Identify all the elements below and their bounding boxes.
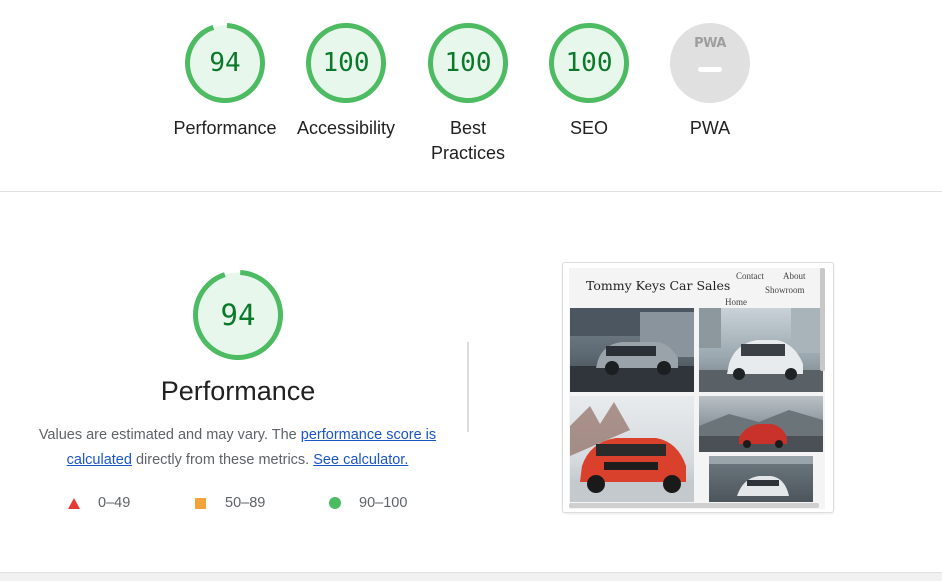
gauge-score: 100 — [322, 48, 370, 78]
gauge-score: 100 — [565, 48, 613, 78]
performance-gauge: 94 — [192, 269, 284, 361]
car-photo — [699, 396, 823, 452]
screenshot-page: Tommy Keys Car Sales Contact About Showr… — [569, 268, 825, 509]
car-photo — [570, 308, 694, 392]
car-photo — [709, 456, 813, 502]
gauge-best-practices[interactable]: 100 Best Practices — [413, 22, 523, 166]
orange-square-icon — [195, 497, 206, 509]
screenshot-scrollbar — [820, 268, 825, 371]
legend-range: 90–100 — [359, 495, 408, 511]
gauge-ring: 100 — [427, 22, 509, 104]
performance-description: Values are estimated and may vary. The p… — [30, 423, 445, 473]
nav-showroom: Showroom — [765, 285, 805, 295]
bottom-bar — [0, 572, 942, 581]
screenshot-scrollbar-horizontal — [569, 503, 819, 508]
legend-average: 50–89 — [195, 494, 265, 512]
gauge-label: Performance — [173, 118, 277, 138]
category-gauges: 94 Performance 100 Accessibility 100 Bes… — [0, 0, 942, 191]
pwa-badge: PWA — [670, 23, 750, 103]
gauge-seo[interactable]: 100 SEO — [534, 22, 644, 141]
gauge-accessibility[interactable]: 100 Accessibility — [291, 22, 401, 141]
vertical-divider — [467, 342, 469, 432]
green-circle-icon — [329, 497, 341, 509]
gauge-label: Accessibility — [296, 118, 396, 138]
see-calculator-link[interactable]: See calculator. — [313, 452, 408, 468]
performance-score: 94 — [220, 298, 256, 332]
nav-home: Home — [725, 297, 747, 307]
gauge-pwa[interactable]: PWA PWA — [655, 22, 765, 141]
performance-title: Performance — [160, 376, 316, 406]
pwa-logo-icon: PWA — [694, 36, 726, 51]
legend-range: 50–89 — [225, 495, 266, 511]
gauge-label: Best Practices — [430, 118, 506, 163]
gauge-ring: 100 — [548, 22, 630, 104]
gauge-ring: 100 — [305, 22, 387, 104]
nav-contact: Contact — [736, 271, 764, 281]
car-photo — [699, 308, 823, 392]
description-text: directly from these metrics. — [131, 452, 314, 468]
gauge-performance[interactable]: 94 Performance — [170, 22, 280, 141]
legend-fail: 0–49 — [68, 494, 130, 512]
gauge-ring: 94 — [184, 22, 266, 104]
final-screenshot[interactable]: Tommy Keys Car Sales Contact About Showr… — [562, 262, 834, 513]
gauge-label: SEO — [569, 118, 608, 138]
section-divider — [0, 191, 942, 192]
legend-pass: 90–100 — [329, 494, 407, 512]
car-photo — [570, 396, 694, 502]
site-title: Tommy Keys Car Sales — [586, 278, 731, 293]
dash-icon — [698, 67, 722, 72]
gauge-score: 100 — [444, 48, 492, 78]
description-text: Values are estimated and may vary. The — [38, 427, 301, 443]
legend-range: 0–49 — [98, 495, 131, 511]
gauge-score: 94 — [209, 48, 241, 78]
nav-about: About — [783, 271, 806, 281]
red-triangle-icon — [68, 497, 80, 509]
gauge-label: PWA — [689, 118, 731, 138]
